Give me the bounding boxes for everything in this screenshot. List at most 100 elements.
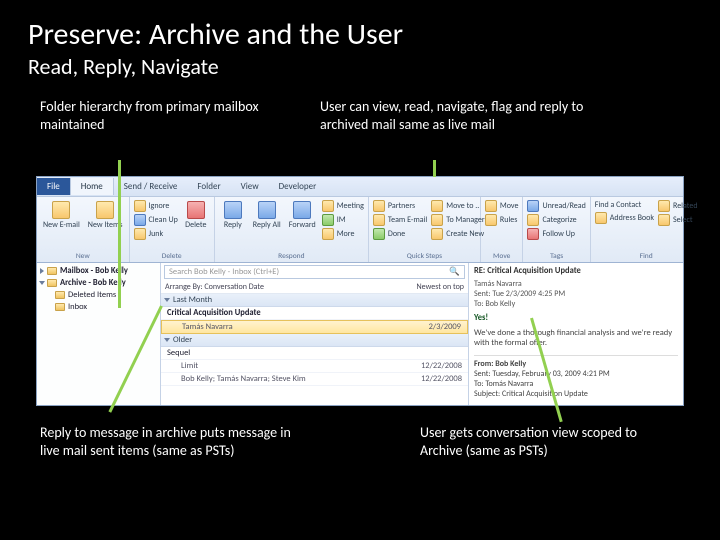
reading-quoted: From: Bob Kelly Sent: Tuesday, February …: [474, 355, 678, 399]
meeting-button[interactable]: Meeting: [322, 200, 364, 212]
archive-icon: [47, 279, 57, 287]
qs-moveto[interactable]: Move to ..: [431, 200, 484, 212]
expand-icon: [39, 281, 45, 285]
expand-icon: [164, 338, 170, 342]
followup-button[interactable]: Follow Up: [527, 228, 585, 240]
bullet-bottom-left: Reply to message in archive puts message…: [40, 424, 300, 459]
bullet-top-left: Folder hierarchy from primary mailbox ma…: [40, 98, 280, 133]
move-button[interactable]: Move: [485, 200, 519, 212]
select-icon: [658, 214, 670, 226]
qs-create[interactable]: Create New: [431, 228, 484, 240]
group-tags-label: Tags: [527, 251, 585, 261]
list-item[interactable]: Limit12/22/2008: [161, 360, 468, 373]
list-item[interactable]: Bob Kelly; Tamás Navarra; Steve Kim12/22…: [161, 373, 468, 386]
rules-button[interactable]: Rules: [485, 214, 519, 226]
categorize-button[interactable]: Categorize: [527, 214, 585, 226]
reply-all-button[interactable]: Reply All: [251, 200, 283, 240]
tab-developer[interactable]: Developer: [269, 178, 327, 195]
related-button[interactable]: Related: [658, 200, 698, 212]
tab-send-receive[interactable]: Send / Receive: [114, 178, 188, 195]
more-button[interactable]: More: [322, 228, 364, 240]
search-icon: 🔍: [449, 267, 460, 277]
cleanup-button[interactable]: Clean Up: [134, 214, 178, 226]
find-contact[interactable]: Find a Contact: [595, 200, 654, 210]
slide-title: Preserve: Archive and the User: [28, 18, 692, 51]
group-new-label: New: [41, 251, 125, 261]
tab-file[interactable]: File: [37, 178, 70, 195]
im-icon: [322, 214, 334, 226]
folder-icon: [55, 303, 65, 311]
reading-subject: RE: Critical Acquisition Update: [474, 266, 678, 276]
qs-tomgr[interactable]: To Manager: [431, 214, 484, 226]
mail-icon: [52, 201, 70, 219]
reading-pane: RE: Critical Acquisition Update Tamás Na…: [469, 263, 683, 405]
group-find: Find a Contact Address Book Related Sele…: [591, 197, 702, 262]
unread-button[interactable]: Unread/Read: [527, 200, 585, 212]
list-item[interactable]: Critical Acquisition Update: [161, 307, 468, 320]
group-last-month[interactable]: Last Month: [161, 294, 468, 307]
reading-body-word: Yes!: [474, 313, 678, 324]
group-respond: Reply Reply All Forward Meeting IM More …: [215, 197, 369, 262]
junk-button[interactable]: Junk: [134, 228, 178, 240]
delete-icon: [187, 201, 205, 219]
group-quicksteps: Partners Team E-mail Done Move to .. To …: [369, 197, 481, 262]
group-new: New E-mail New Items New: [37, 197, 130, 262]
tab-view[interactable]: View: [231, 178, 269, 195]
forward-button[interactable]: Forward: [287, 200, 318, 240]
quoted-to: To: Tomás Navarra: [474, 379, 678, 389]
nav-deleted[interactable]: Deleted Items: [37, 289, 160, 301]
meeting-icon: [322, 200, 334, 212]
search-input[interactable]: Search Bob Kelly - Inbox (Ctrl+E)🔍: [164, 265, 465, 279]
quoted-sent: Sent: Tuesday, February 03, 2009 4:21 PM: [474, 369, 678, 379]
plus-icon: [431, 228, 443, 240]
bullet-bottom-right: User gets conversation view scoped to Ar…: [420, 424, 680, 459]
more-icon: [322, 228, 334, 240]
nav-archive[interactable]: Archive - Bob Kelly: [37, 277, 160, 289]
group-find-label: Find: [595, 251, 698, 261]
qs-team[interactable]: Team E-mail: [373, 214, 427, 226]
rules-icon: [485, 214, 497, 226]
qs-partners[interactable]: Partners: [373, 200, 427, 212]
reading-to: To: Bob Kelly: [474, 299, 678, 309]
expand-icon: [40, 268, 44, 274]
callout-line: [118, 160, 121, 308]
reply-button[interactable]: Reply: [219, 200, 247, 240]
delete-button[interactable]: Delete: [182, 200, 210, 240]
address-book[interactable]: Address Book: [595, 212, 654, 224]
quoted-from: From: Bob Kelly: [474, 359, 678, 369]
main-panes: Mailbox - Bob Kelly Archive - Bob Kelly …: [37, 263, 683, 405]
group-older[interactable]: Older: [161, 334, 468, 347]
list-item-selected[interactable]: Tamás Navarra2/3/2009: [161, 320, 468, 334]
nav-mailbox[interactable]: Mailbox - Bob Kelly: [37, 265, 160, 277]
unread-icon: [527, 200, 539, 212]
callout-line: [433, 160, 436, 177]
tab-home[interactable]: Home: [70, 178, 114, 195]
bullet-top-right: User can view, read, navigate, flag and …: [320, 98, 630, 133]
ignore-icon: [134, 200, 146, 212]
ribbon-tabs: File Home Send / Receive Folder View Dev…: [37, 177, 683, 197]
outlook-screenshot: File Home Send / Receive Folder View Dev…: [36, 176, 684, 406]
list-item[interactable]: Sequel: [161, 347, 468, 360]
flag-icon: [527, 228, 539, 240]
nav-inbox[interactable]: Inbox: [37, 301, 160, 313]
new-email-button[interactable]: New E-mail: [41, 200, 82, 230]
ignore-button[interactable]: Ignore: [134, 200, 178, 212]
reply-all-icon: [258, 201, 276, 219]
qs-done[interactable]: Done: [373, 228, 427, 240]
reply-icon: [224, 201, 242, 219]
select-button[interactable]: Select: [658, 214, 698, 226]
group-respond-label: Respond: [219, 251, 364, 261]
reading-sent: Sent: Tue 2/3/2009 4:25 PM: [474, 289, 678, 299]
arrange-by[interactable]: Arrange By: Conversation DateNewest on t…: [161, 281, 468, 294]
forward-icon: [431, 214, 443, 226]
move-icon: [485, 200, 497, 212]
related-icon: [658, 200, 670, 212]
check-icon: [373, 228, 385, 240]
mailbox-icon: [47, 267, 57, 275]
folder-icon: [55, 291, 65, 299]
tab-folder[interactable]: Folder: [187, 178, 230, 195]
im-button[interactable]: IM: [322, 214, 364, 226]
reading-body: We've done a thorough financial analysis…: [474, 328, 678, 349]
folder-icon: [373, 200, 385, 212]
quoted-subject: Subject: Critical Acquisition Update: [474, 389, 678, 399]
